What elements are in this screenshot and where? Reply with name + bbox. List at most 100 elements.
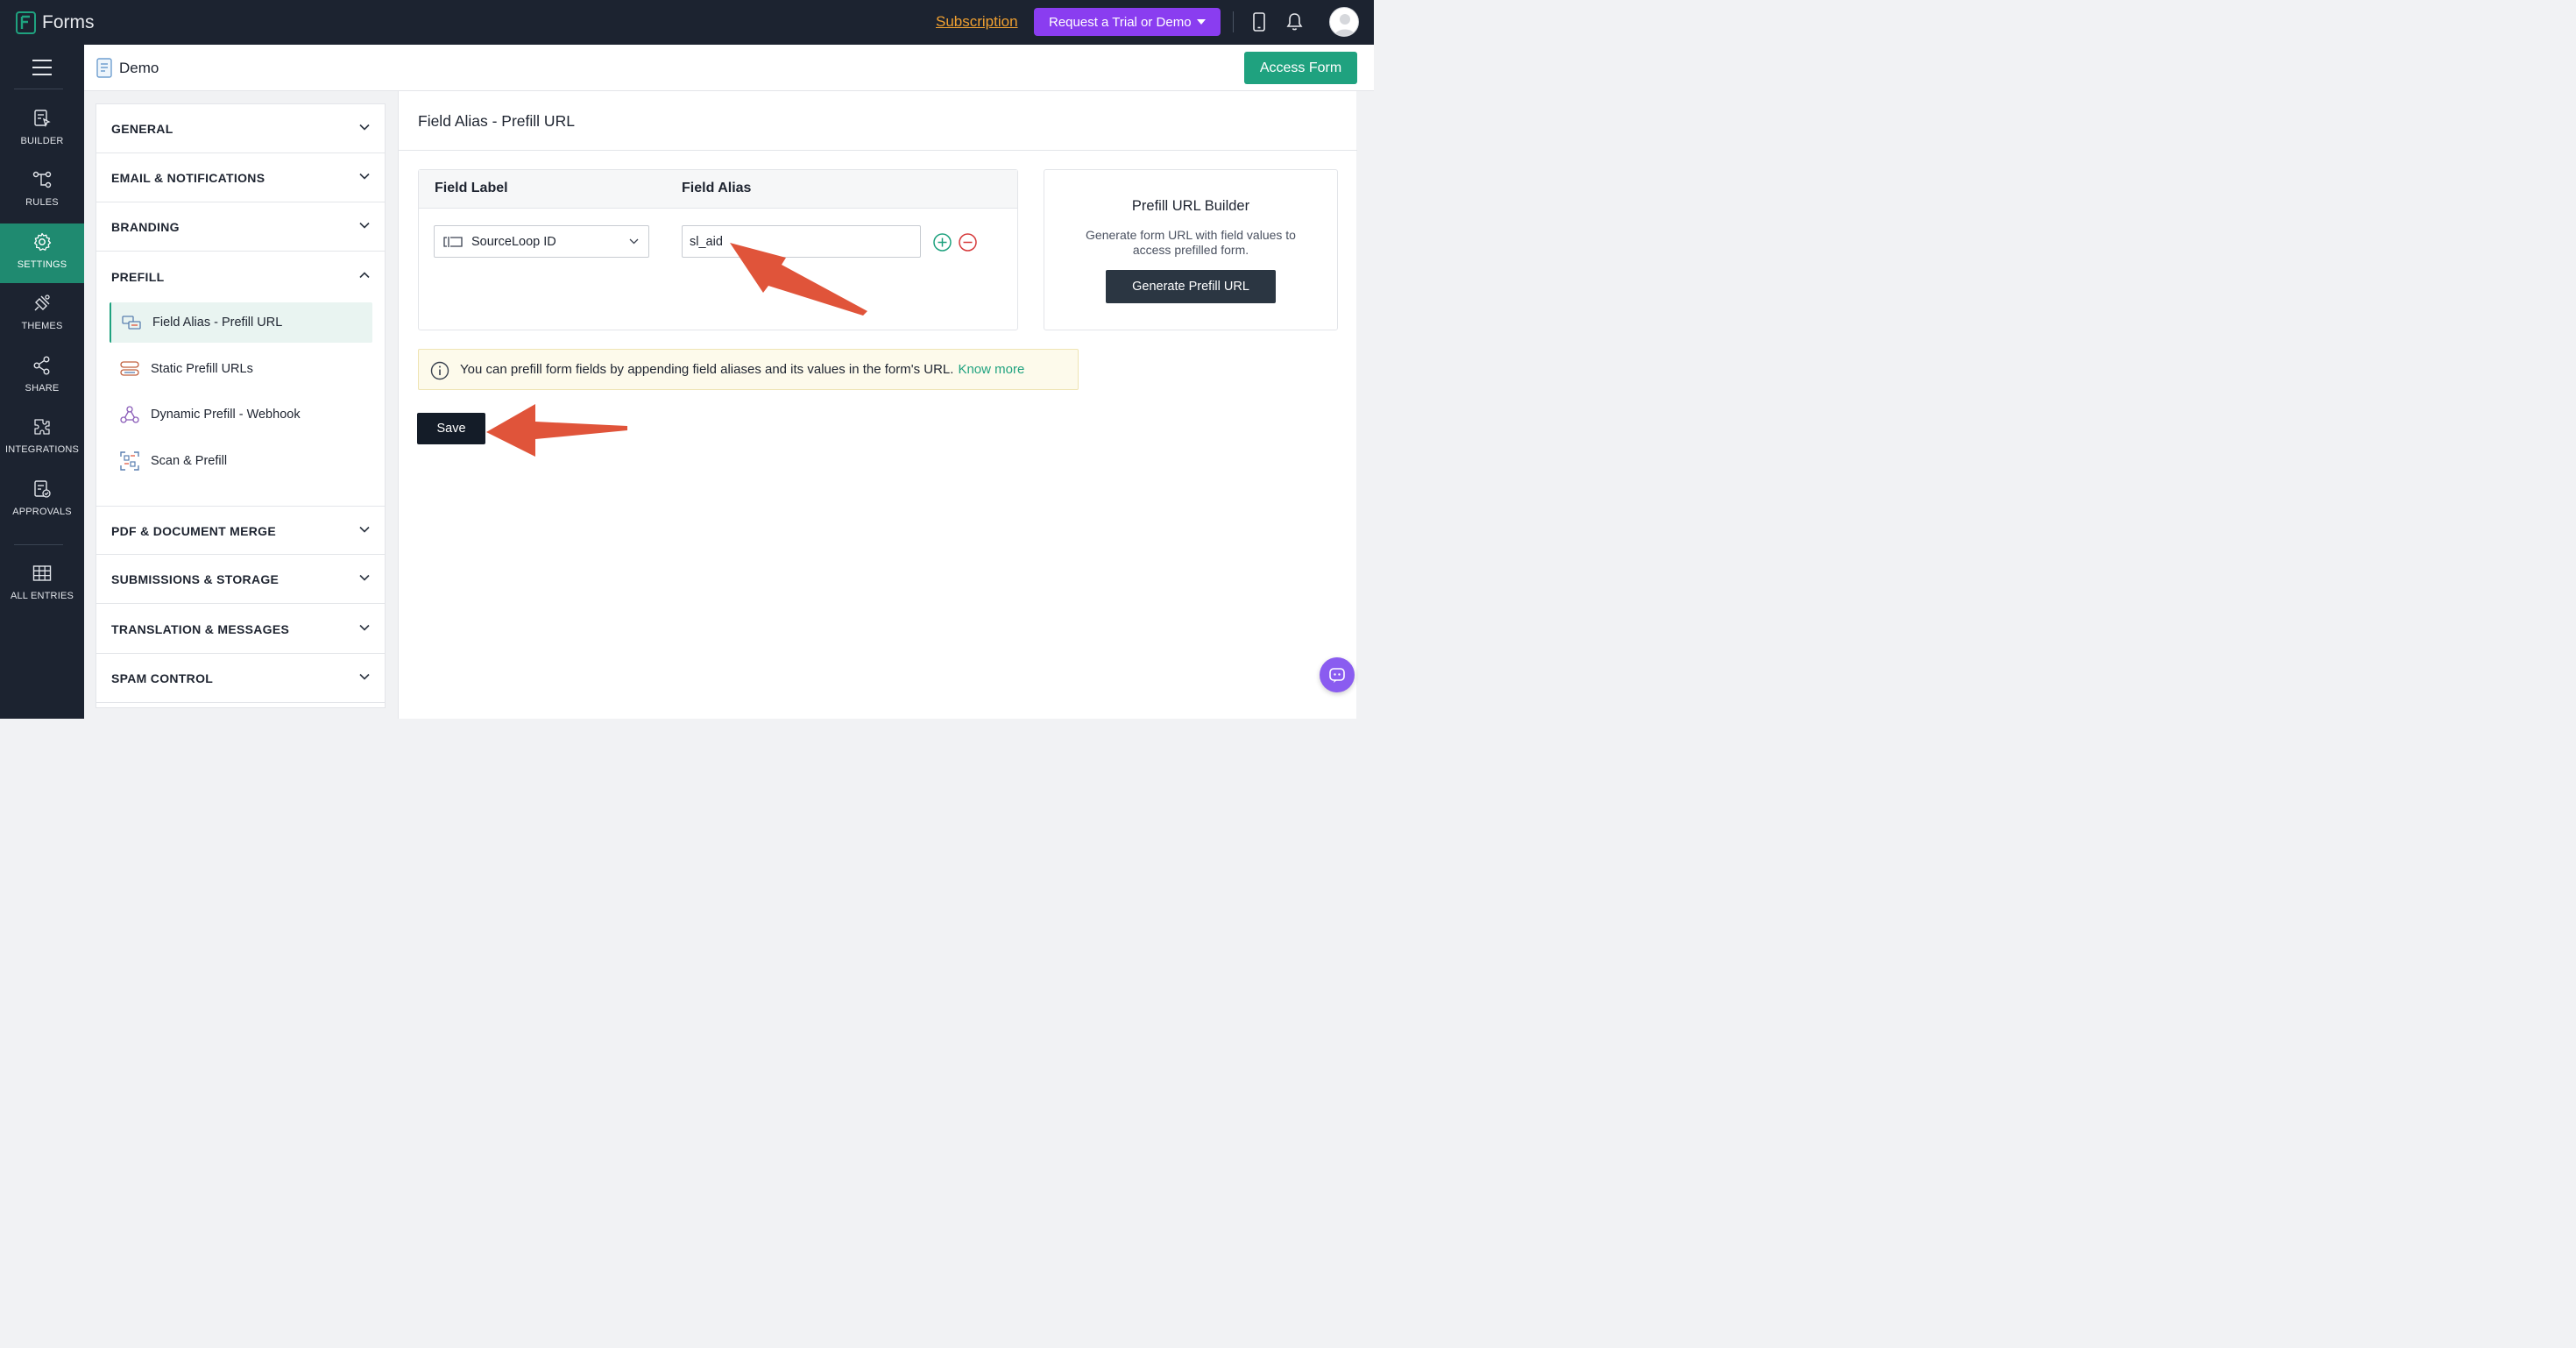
subscription-link[interactable]: Subscription	[936, 13, 1018, 31]
info-text: You can prefill form fields by appending…	[460, 362, 954, 377]
remove-row-icon[interactable]	[959, 233, 977, 252]
builder-description: Generate form URL with field values to a…	[1086, 228, 1296, 257]
nav-approvals[interactable]: APPROVALS	[0, 471, 84, 530]
save-button[interactable]: Save	[417, 413, 485, 444]
section-spam-control[interactable]: SPAM CONTROL	[96, 654, 385, 703]
nav-rules[interactable]: RULES	[0, 161, 84, 221]
section-pdf-document-merge[interactable]: PDF & DOCUMENT MERGE	[96, 506, 385, 555]
chevron-down-icon	[359, 673, 370, 680]
chat-assistant-button[interactable]	[1320, 657, 1355, 692]
section-label: BRANDING	[111, 220, 180, 234]
section-branding[interactable]: BRANDING	[96, 202, 385, 252]
section-label: TRANSLATION & MESSAGES	[111, 622, 290, 636]
approvals-icon	[34, 480, 51, 498]
section-prefill[interactable]: PREFILL	[96, 252, 385, 302]
top-bar: Forms Subscription Request a Trial or De…	[0, 0, 1374, 45]
nav-divider	[14, 544, 63, 545]
main-content: Field Alias - Prefill URL Field Label Fi…	[398, 91, 1357, 719]
prefill-item-webhook[interactable]: Dynamic Prefill - Webhook	[110, 394, 372, 435]
prefill-item-label: Static Prefill URLs	[151, 362, 253, 376]
integrations-icon	[34, 419, 50, 435]
nav-themes-label: THEMES	[21, 321, 63, 331]
annotation-arrow-icon	[486, 404, 627, 457]
chevron-down-icon	[629, 238, 639, 245]
nav-settings-label: SETTINGS	[17, 259, 67, 270]
access-form-button[interactable]: Access Form	[1244, 52, 1357, 84]
section-translation-messages[interactable]: TRANSLATION & MESSAGES	[96, 605, 385, 654]
form-document-icon	[96, 58, 112, 78]
rules-icon	[32, 171, 52, 188]
info-icon	[430, 361, 449, 380]
prefill-item-scan[interactable]: Scan & Prefill	[110, 441, 372, 481]
forms-logo-icon	[16, 11, 36, 34]
static-prefill-icon	[120, 361, 139, 376]
prefill-item-field-alias[interactable]: Field Alias - Prefill URL	[110, 302, 372, 343]
nav-settings[interactable]: SETTINGS	[0, 223, 84, 283]
nav-builder[interactable]: BUILDER	[0, 100, 84, 160]
settings-sidebar: GENERAL EMAIL & NOTIFICATIONS BRANDING P…	[96, 103, 386, 708]
section-label: SUBMISSIONS & STORAGE	[111, 572, 280, 586]
section-email-notifications[interactable]: EMAIL & NOTIFICATIONS	[96, 153, 385, 202]
chevron-down-icon	[359, 173, 370, 180]
text-field-icon	[443, 237, 463, 247]
section-general[interactable]: GENERAL	[96, 104, 385, 153]
nav-approvals-label: APPROVALS	[12, 507, 72, 517]
app-title: Forms	[42, 12, 95, 32]
divider	[1233, 11, 1234, 32]
nav-integrations-label: INTEGRATIONS	[4, 444, 80, 455]
mobile-icon[interactable]	[1251, 12, 1267, 32]
table-icon	[32, 565, 52, 581]
nav-themes[interactable]: THEMES	[0, 285, 84, 344]
chevron-down-icon	[359, 222, 370, 229]
form-name: Demo	[119, 60, 159, 76]
know-more-link[interactable]: Know more	[958, 362, 1024, 377]
share-icon	[33, 356, 50, 375]
chevron-down-icon	[359, 124, 370, 131]
nav-share-label: SHARE	[25, 383, 60, 394]
column-header-field-label: Field Label	[435, 181, 508, 195]
annotation-arrow-icon	[730, 243, 867, 316]
add-row-icon[interactable]	[933, 233, 952, 252]
chevron-up-icon	[359, 272, 370, 279]
prefill-item-static-urls[interactable]: Static Prefill URLs	[110, 349, 372, 389]
themes-icon	[34, 294, 50, 311]
generate-prefill-url-button[interactable]: Generate Prefill URL	[1106, 270, 1276, 303]
prefill-item-label: Scan & Prefill	[151, 454, 228, 468]
nav-all-entries[interactable]: ALL ENTRIES	[0, 555, 84, 614]
nav-all-entries-label: ALL ENTRIES	[10, 591, 74, 601]
chevron-down-icon	[359, 574, 370, 581]
builder-title: Prefill URL Builder	[1131, 198, 1250, 214]
nav-integrations[interactable]: INTEGRATIONS	[0, 408, 84, 468]
chat-bot-icon	[1329, 668, 1345, 683]
section-submissions-storage[interactable]: SUBMISSIONS & STORAGE	[96, 555, 385, 604]
chevron-down-icon	[359, 526, 370, 533]
table-header: Field Label Field Alias	[419, 170, 1017, 209]
avatar[interactable]	[1329, 7, 1359, 37]
section-label: PDF & DOCUMENT MERGE	[111, 524, 276, 538]
form-header: Demo Access Form	[84, 45, 1374, 91]
info-banner: You can prefill form fields by appending…	[418, 349, 1079, 390]
nav-builder-label: BUILDER	[20, 136, 64, 146]
field-label-select[interactable]: SourceLoop ID	[434, 225, 649, 258]
webhook-icon	[120, 406, 139, 423]
field-alias-table: Field Label Field Alias SourceLoop ID	[418, 169, 1018, 330]
hamburger-menu-icon[interactable]	[32, 60, 52, 75]
divider	[399, 150, 1357, 151]
column-header-field-alias: Field Alias	[682, 181, 752, 195]
section-label: SPAM CONTROL	[111, 671, 214, 685]
user-icon	[1334, 14, 1355, 36]
bell-icon[interactable]	[1285, 12, 1304, 32]
request-trial-button[interactable]: Request a Trial or Demo	[1034, 8, 1221, 36]
left-nav: BUILDER RULES SETTINGS THEMES SHARE INTE…	[0, 45, 84, 719]
prefill-item-label: Dynamic Prefill - Webhook	[151, 408, 301, 422]
nav-rules-label: RULES	[25, 197, 59, 208]
section-label: EMAIL & NOTIFICATIONS	[111, 171, 265, 185]
section-label: PREFILL	[111, 270, 165, 284]
info-text-row: You can prefill form fields by appending…	[460, 362, 1024, 377]
chevron-down-icon	[359, 624, 370, 631]
gear-icon	[33, 232, 52, 252]
field-alias-icon	[122, 316, 141, 330]
section-label: GENERAL	[111, 122, 173, 136]
prefill-url-builder-card: Prefill URL Builder Generate form URL wi…	[1044, 169, 1338, 330]
nav-share[interactable]: SHARE	[0, 347, 84, 407]
